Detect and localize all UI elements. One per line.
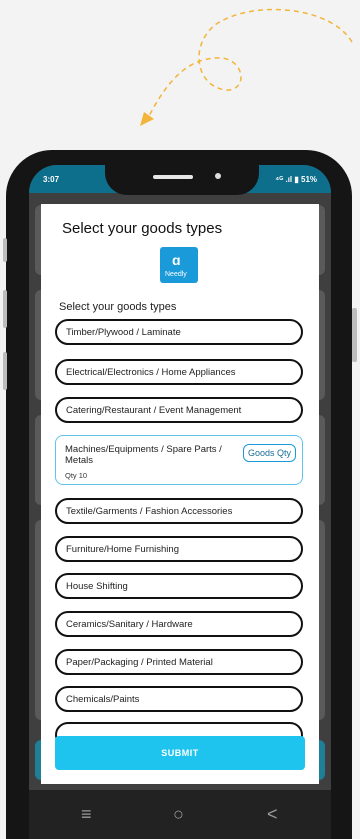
- volume-button: [3, 290, 7, 328]
- goods-type-dialog: Select your goods types ɑ Needly Select …: [41, 204, 319, 784]
- option-label: Electrical/Electronics / Home Appliances: [66, 367, 236, 378]
- option-qty: Qty 10: [65, 471, 88, 480]
- option-label: Paper/Packaging / Printed Material: [66, 657, 213, 668]
- volume-button: [3, 352, 7, 390]
- option-label: Timber/Plywood / Laminate: [66, 327, 181, 338]
- system-nav-bar: ≡ ○ <: [29, 790, 331, 839]
- goods-type-option[interactable]: Furniture/Home Furnishing: [55, 536, 303, 562]
- decorative-arrow: [140, 8, 353, 126]
- needly-logo: ɑ Needly: [160, 247, 198, 283]
- goods-type-option[interactable]: House Shifting: [55, 573, 303, 599]
- goods-type-option-selected[interactable]: Machines/Equipments / Spare Parts / Meta…: [55, 435, 303, 485]
- option-label: Chemicals/Paints: [66, 694, 140, 705]
- option-label: Ceramics/Sanitary / Hardware: [66, 619, 193, 630]
- option-label: Furniture/Home Furnishing: [66, 544, 179, 555]
- logo-mark-icon: ɑ: [172, 252, 181, 268]
- dialog-subtitle: Select your goods types: [59, 301, 177, 313]
- dialog-title: Select your goods types: [62, 220, 223, 237]
- menu-icon[interactable]: ≡: [81, 804, 92, 825]
- goods-type-option[interactable]: Catering/Restaurant / Event Management: [55, 397, 303, 423]
- logo-text: Needly: [165, 271, 187, 278]
- goods-type-option[interactable]: Chemicals/Paints: [55, 686, 303, 712]
- status-time: 3:07: [43, 175, 60, 184]
- option-label: House Shifting: [66, 581, 128, 592]
- goods-type-option[interactable]: Ceramics/Sanitary / Hardware: [55, 611, 303, 637]
- option-label: Catering/Restaurant / Event Management: [66, 405, 242, 416]
- submit-button[interactable]: SUBMIT: [55, 736, 305, 770]
- status-indicators: ⁴ᴳ .ıl ▮ 51%: [275, 175, 317, 184]
- speaker-grill: [153, 175, 193, 179]
- volume-button: [3, 238, 7, 262]
- option-label: Machines/Equipments / Spare Parts / Meta…: [65, 444, 222, 466]
- power-button: [352, 308, 357, 362]
- camera-icon: [215, 173, 221, 179]
- goods-type-option[interactable]: Paper/Packaging / Printed Material: [55, 649, 303, 675]
- option-label: Textile/Garments / Fashion Accessories: [66, 506, 233, 517]
- goods-type-option[interactable]: Timber/Plywood / Laminate: [55, 319, 303, 345]
- back-icon[interactable]: <: [267, 804, 278, 825]
- camera-notch: [105, 165, 259, 195]
- home-icon[interactable]: ○: [173, 804, 184, 825]
- goods-type-option[interactable]: Textile/Garments / Fashion Accessories: [55, 498, 303, 524]
- goods-type-option[interactable]: Electrical/Electronics / Home Appliances: [55, 359, 303, 385]
- goods-qty-button[interactable]: Goods Qty: [242, 444, 296, 462]
